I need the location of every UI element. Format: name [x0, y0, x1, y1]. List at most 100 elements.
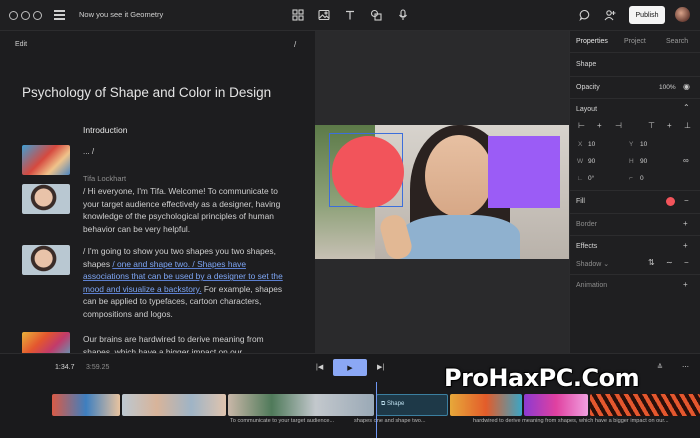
tab-search[interactable]: Search: [666, 38, 688, 45]
wave-icon[interactable]: ∼: [666, 259, 673, 267]
script-paragraph[interactable]: / Hi everyone, I'm Tifa. Welcome! To com…: [83, 185, 293, 235]
edit-label[interactable]: Edit: [15, 41, 27, 48]
more-icon[interactable]: ⋯: [682, 363, 689, 371]
minus-icon[interactable]: −: [684, 197, 689, 205]
w-label: W: [577, 158, 584, 165]
image-icon[interactable]: [317, 8, 331, 22]
volume-icon[interactable]: ≙: [657, 363, 663, 371]
window-maximize-dot[interactable]: [33, 11, 42, 20]
timeline-clip[interactable]: [450, 394, 522, 416]
align-top-icon[interactable]: ⊤: [648, 122, 655, 130]
presenter-face: [425, 135, 493, 217]
opacity-value[interactable]: 100%: [659, 84, 676, 91]
window-minimize-dot[interactable]: [21, 11, 30, 20]
timeline-clip[interactable]: [524, 394, 588, 416]
border-label: Border: [576, 221, 598, 228]
chevron-up-icon[interactable]: ⌃: [683, 104, 690, 112]
skip-back-icon[interactable]: |◀: [316, 363, 323, 371]
shadow-dropdown[interactable]: Shadow ⌄: [576, 260, 609, 268]
caption-segment[interactable]: To communicate to your target audience..…: [230, 418, 334, 424]
shape-heading: Shape: [576, 61, 597, 68]
divider: [570, 213, 700, 214]
video-canvas[interactable]: [315, 125, 569, 259]
caption-segment[interactable]: hardwired to derive meaning from shapes,…: [473, 418, 669, 424]
divider: [570, 98, 700, 99]
mic-icon[interactable]: [396, 8, 410, 22]
plus-icon[interactable]: +: [683, 220, 688, 228]
fill-color-swatch[interactable]: [666, 197, 675, 206]
height-field[interactable]: 90: [640, 158, 647, 165]
h-label: H: [629, 158, 634, 165]
eye-icon[interactable]: ◉: [683, 83, 690, 91]
speaker-name[interactable]: Tifa Lockhart: [83, 174, 126, 183]
tab-properties[interactable]: Properties: [576, 38, 608, 45]
y-field[interactable]: 10: [640, 141, 647, 148]
plus-icon[interactable]: +: [683, 281, 688, 289]
divider: [570, 190, 700, 191]
scene-thumbnail[interactable]: [22, 332, 70, 353]
minus-icon[interactable]: −: [684, 259, 689, 267]
text-icon[interactable]: [343, 8, 357, 22]
align-left-icon[interactable]: ⊢: [578, 122, 585, 130]
y-label: Y: [629, 141, 634, 148]
properties-tabs: Properties Project Search: [570, 31, 700, 53]
document-title[interactable]: Now you see it Geometry: [79, 10, 163, 19]
hamburger-menu-icon[interactable]: [54, 10, 65, 20]
comment-icon[interactable]: [578, 8, 592, 22]
corner-radius-field[interactable]: 0: [640, 175, 644, 182]
properties-panel: Properties Project Search Shape Opacity …: [569, 31, 700, 353]
effects-label: Effects: [576, 243, 598, 250]
play-icon: ▶: [347, 364, 353, 372]
shapes-icon[interactable]: [369, 8, 383, 22]
grid-icon[interactable]: [291, 8, 305, 22]
shadow-label: Shadow: [576, 261, 602, 268]
presenter-hand: [377, 212, 415, 259]
shape-clip[interactable]: ⧉ Shape: [376, 394, 448, 416]
align-center-h-icon[interactable]: +: [597, 122, 602, 130]
divider: [570, 274, 700, 275]
current-time: 1:34.7: [55, 364, 75, 371]
section-heading[interactable]: Introduction: [83, 125, 127, 135]
total-time: 3:59.25: [86, 364, 110, 371]
align-right-icon[interactable]: ⊣: [615, 122, 622, 130]
playhead[interactable]: [376, 382, 377, 438]
publish-button[interactable]: Publish: [629, 6, 665, 24]
top-bar: Now you see it Geometry Publish: [0, 0, 700, 31]
sliders-icon[interactable]: ⇅: [648, 259, 655, 267]
watermark: ProHaxPC.Com: [444, 364, 640, 392]
script-title[interactable]: Psychology of Shape and Color in Design: [22, 85, 271, 100]
link-icon[interactable]: ∞: [683, 157, 689, 165]
canvas-stage: [315, 31, 569, 353]
timeline-clip[interactable]: [52, 394, 120, 416]
square-shape[interactable]: [488, 136, 560, 208]
width-field[interactable]: 90: [588, 158, 595, 165]
x-field[interactable]: 10: [588, 141, 595, 148]
caption-segment[interactable]: shapes one and shape two...: [354, 418, 426, 424]
window-close-dot[interactable]: [9, 11, 18, 20]
fill-label: Fill: [576, 198, 585, 205]
script-ellipsis: ... /: [83, 147, 95, 156]
timeline-clip[interactable]: [590, 394, 700, 416]
script-paragraph[interactable]: / I'm going to show you two shapes you t…: [83, 245, 293, 321]
animation-label: Animation: [576, 282, 608, 289]
scene-thumbnail[interactable]: [22, 145, 70, 175]
divider: [570, 235, 700, 236]
script-paragraph[interactable]: Our brains are hardwired to derive meani…: [83, 333, 293, 353]
scene-thumbnail[interactable]: [22, 245, 70, 275]
rotation-field[interactable]: 0°: [588, 175, 594, 182]
tab-project[interactable]: Project: [624, 38, 646, 45]
timeline-clip[interactable]: [122, 394, 226, 416]
avatar[interactable]: [675, 7, 690, 22]
add-user-icon[interactable]: [603, 8, 617, 22]
slash-command-button[interactable]: /: [294, 40, 296, 49]
layout-heading: Layout: [576, 106, 598, 113]
circle-shape[interactable]: [332, 136, 404, 208]
skip-forward-icon[interactable]: ▶|: [377, 363, 384, 371]
script-panel: Edit / Psychology of Shape and Color in …: [0, 31, 315, 353]
play-button[interactable]: ▶: [333, 359, 367, 376]
plus-icon[interactable]: +: [683, 242, 688, 250]
scene-thumbnail[interactable]: [22, 184, 70, 214]
align-middle-v-icon[interactable]: +: [667, 122, 672, 130]
timeline-clip[interactable]: [228, 394, 374, 416]
align-bottom-icon[interactable]: ⊥: [684, 122, 691, 130]
